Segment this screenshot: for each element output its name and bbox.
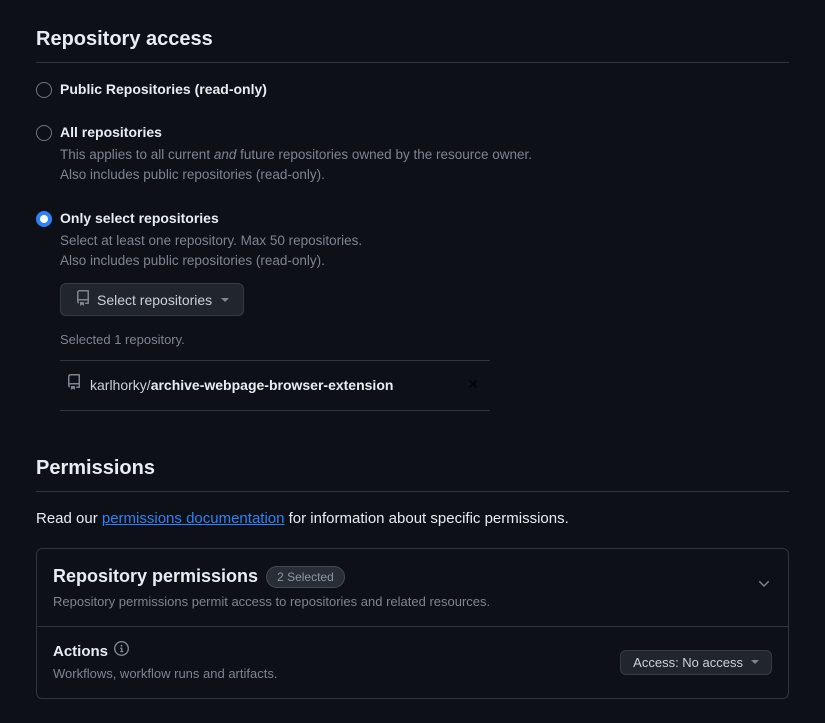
radio-select-label: Only select repositories (60, 208, 789, 229)
radio-all-label: All repositories (60, 122, 789, 143)
selected-repo-fullname: karlhorky/archive-webpage-browser-extens… (90, 375, 393, 396)
permission-row-actions: Actions Workflows, workflow runs and art… (37, 626, 788, 698)
repo-icon (66, 374, 82, 396)
radio-select[interactable] (36, 211, 52, 227)
repo-access-heading: Repository access (36, 24, 789, 63)
selected-repo-item: karlhorky/archive-webpage-browser-extens… (60, 361, 490, 411)
radio-option-public: Public Repositories (read-only) (36, 79, 789, 100)
select-repositories-label: Select repositories (97, 292, 212, 308)
remove-repo-button[interactable] (462, 373, 484, 398)
repo-access-radio-group: Public Repositories (read-only) All repo… (36, 79, 789, 411)
repo-permissions-badge: 2 Selected (266, 566, 345, 588)
permissions-intro: Read our permissions documentation for i… (36, 508, 789, 531)
repo-permissions-subtitle: Repository permissions permit access to … (53, 592, 756, 612)
select-repositories-button[interactable]: Select repositories (60, 283, 244, 316)
permissions-doc-link[interactable]: permissions documentation (102, 510, 285, 527)
access-label: Access: No access (633, 655, 743, 670)
selected-repo-list: karlhorky/archive-webpage-browser-extens… (60, 360, 490, 411)
permission-name: Actions (53, 641, 108, 664)
close-icon (466, 377, 480, 394)
repo-icon (75, 290, 91, 309)
caret-down-icon (221, 298, 229, 302)
radio-public-label: Public Repositories (read-only) (60, 79, 789, 100)
caret-down-icon (751, 660, 759, 664)
radio-all-desc: This applies to all current and future r… (60, 145, 789, 186)
radio-option-all: All repositories This applies to all cur… (36, 122, 789, 186)
repo-permissions-title: Repository permissions (53, 563, 258, 590)
radio-public[interactable] (36, 82, 52, 98)
radio-option-select: Only select repositories Select at least… (36, 208, 789, 411)
permissions-heading: Permissions (36, 453, 789, 492)
radio-select-desc: Select at least one repository. Max 50 r… (60, 231, 789, 272)
repo-permissions-panel: Repository permissions 2 Selected Reposi… (36, 548, 789, 699)
chevron-down-icon (756, 576, 772, 598)
repo-permissions-header[interactable]: Repository permissions 2 Selected Reposi… (37, 549, 788, 626)
selected-count-text: Selected 1 repository. (60, 330, 789, 350)
radio-all[interactable] (36, 125, 52, 141)
access-select-button[interactable]: Access: No access (620, 650, 772, 675)
info-icon[interactable] (114, 641, 129, 662)
